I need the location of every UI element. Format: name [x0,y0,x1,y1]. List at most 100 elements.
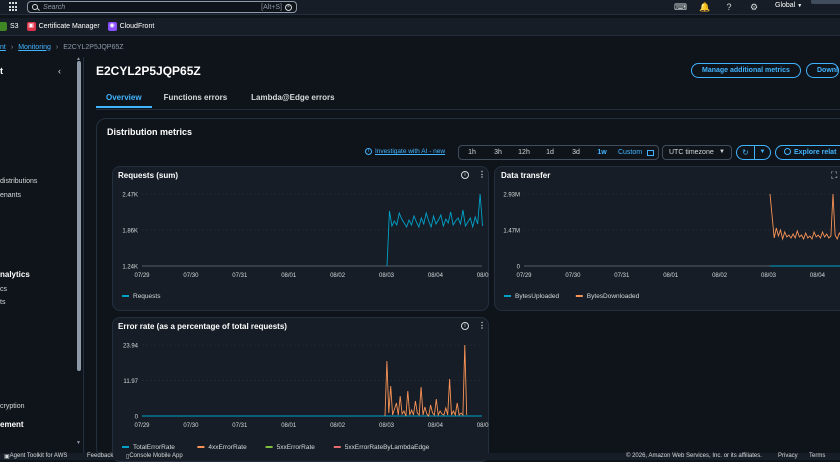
requests-chart: 2.47K 1.86K 1.24K 07/29 07/30 07/31 08/01 08/02… [122,193,489,300]
apps-grid-icon[interactable] [9,2,19,12]
footer-console-mobile-app-link[interactable]: ▯ Console Mobile App [126,453,183,460]
x-tick-label: 08/03 [761,273,777,279]
time-range-selector: 1h 3h 12h 1d 3d 1w Custom [458,145,659,160]
refresh-options-icon[interactable]: ▼ [755,146,770,159]
y-tick-label: 23.94 [123,344,139,350]
y-tick-label: 1.47M [503,229,520,235]
y-tick-label: 0 [517,265,521,271]
page-title: E2CYL2P5JQP65Z [96,64,201,78]
error-rate-chart: 23.94 11.97 0 07/29 07/30 07/31 08/01 08/02 08/0… [122,344,489,451]
sidebar-item-metrics[interactable]: cs [0,286,7,293]
footer-agent-toolkit-link[interactable]: ▣ Agent Toolkit for AWS [4,453,67,460]
panel-title: Distribution metrics [107,127,193,137]
legend-label: BytesDownloaded [587,293,640,300]
investigate-label: Investigate with AI - new [375,148,446,155]
help-icon[interactable]: ? [724,2,734,12]
manage-additional-metrics-button[interactable]: Manage additional metrics [691,63,801,78]
chevron-right-icon: › [10,43,14,51]
download-button[interactable]: Downl [806,63,839,78]
more-options-icon[interactable]: ⋮ [478,171,486,179]
collapse-sidebar-icon[interactable]: ‹ [58,66,61,76]
y-tick-label: 1.24K [122,265,138,271]
range-12h[interactable]: 12h [511,149,537,156]
sidebar-section-management: ement [0,420,24,429]
account-menu[interactable] [811,0,840,4]
range-3h[interactable]: 3h [485,149,511,156]
side-navigation: t ‹ distributions enants nalytics cs ts … [0,56,84,457]
info-icon[interactable]: i [461,322,469,330]
x-tick-label: 07/31 [232,423,248,429]
data-transfer-chart: 2.93M 1.47M 0 07/29 07/30 07/31 08/01 08/02 08/0… [503,193,840,300]
x-tick-label: 08/03 [379,423,395,429]
sidebar-item-distributions[interactable]: distributions [0,178,37,185]
footer-label: Console Mobile App [129,453,183,459]
tab-functions-errors[interactable]: Functions errors [162,88,230,108]
region-selector[interactable]: Global ▼ [775,2,802,9]
legend-label: BytesUploaded [515,293,559,300]
range-1h[interactable]: 1h [459,149,485,156]
x-tick-label: 08/01 [281,273,297,279]
scroll-down-icon[interactable]: ▼ [76,440,81,446]
favorite-certificate-manager[interactable]: ▣ Certificate Manager [26,22,100,31]
info-icon[interactable]: i [461,171,469,179]
sidebar-scrollbar[interactable] [77,61,81,371]
data-transfer-card-title: Data transfer [501,171,551,180]
legend-label: 5xxErrorRateByLambdaEdge [345,444,430,451]
explore-related-button[interactable]: Explore relat [775,145,840,160]
x-tick-label: 08/02 [712,273,728,279]
legend-label: TotalErrorRate [133,444,175,451]
legend-label: 4xxErrorRate [208,444,247,451]
breadcrumb-current: E2CYL2P5JQP65Z [63,43,124,51]
tab-lambda-edge-errors[interactable]: Lambda@Edge errors [249,88,336,108]
settings-gear-icon[interactable]: ⚙ [749,2,759,12]
breadcrumb-root[interactable]: nt [0,44,6,51]
top-nav-bar: Search [Alt+S] × ⌨ 🔔 ? ⚙ Global ▼ [0,0,840,15]
x-tick-label: 07/30 [183,423,199,429]
favorite-s3[interactable]: S3 [0,22,19,31]
more-options-icon[interactable]: ⋮ [478,322,486,330]
sidebar-item-reports[interactable]: ts [0,299,5,306]
footer-terms-link[interactable]: Terms [809,453,825,459]
sidebar-item-encryption[interactable]: cryption [0,403,25,410]
breadcrumb: nt › Monitoring › E2CYL2P5JQP65Z [0,41,124,53]
refresh-icon[interactable]: ↻ [737,146,755,159]
footer-privacy-link[interactable]: Privacy [778,453,798,459]
search-icon [32,4,38,10]
x-tick-label: 07/30 [565,273,581,279]
y-tick-label: 11.97 [123,379,138,385]
favorite-cloudfront[interactable]: ◉ CloudFront [107,22,154,31]
breadcrumb-monitoring[interactable]: Monitoring [18,44,51,51]
range-3d[interactable]: 3d [563,149,589,156]
footer-feedback-link[interactable]: Feedback [87,453,113,459]
explore-label: Explore relat [794,149,837,156]
clear-search-icon[interactable]: × [285,3,292,11]
range-1w[interactable]: 1w [589,149,615,156]
tab-overview[interactable]: Overview [96,88,152,108]
footer-label: Agent Toolkit for AWS [9,453,68,459]
x-tick-label: 07/31 [232,273,248,279]
x-tick-label: 07/29 [134,273,150,279]
s3-icon [0,22,7,31]
x-tick-label: 08/04 [428,423,444,429]
search-box[interactable]: Search [Alt+S] × [27,1,297,13]
search-input[interactable]: Search [43,4,261,11]
range-1d[interactable]: 1d [537,149,563,156]
caret-down-icon: ▼ [719,149,725,155]
x-tick-label: 08/04 [810,273,826,279]
x-tick-label: 07/30 [183,273,199,279]
calendar-icon[interactable] [647,149,654,156]
x-tick-label: 08/05 [477,273,489,279]
x-tick-label: 08/01 [281,423,297,429]
notifications-bell-icon[interactable]: 🔔 [699,2,710,12]
error-rate-card-title: Error rate (as a percentage of total req… [118,322,287,331]
range-custom[interactable]: Custom [615,149,645,156]
bytes-downloaded-line [769,193,840,241]
tabs-divider [96,109,840,110]
certificate-manager-icon: ▣ [26,22,36,31]
investigate-ai-link[interactable]: i Investigate with AI - new [365,148,445,155]
timezone-select[interactable]: UTC timezone ▼ [662,145,732,160]
sidebar-item-tenants[interactable]: enants [0,192,21,199]
cloudshell-icon[interactable]: ⌨ [674,2,687,12]
refresh-button-group: ↻ ▼ [736,145,771,160]
footer-copyright: © 2026, Amazon Web Services, Inc. or its… [626,453,762,459]
